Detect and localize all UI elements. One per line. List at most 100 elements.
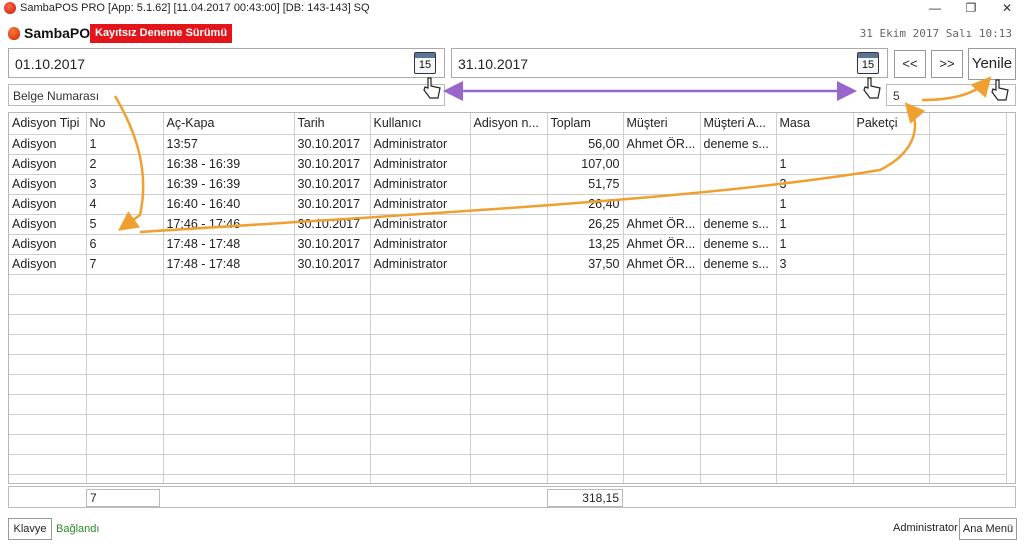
table-cell: Ahmet ÖR...: [623, 234, 701, 255]
table-cell: 16:40 - 16:40: [163, 194, 295, 215]
table-header-row: Adisyon Tipi No Aç-Kapa Tarih Kullanıcı Adisy…: [9, 113, 1007, 135]
end-date-field[interactable]: 31.10.2017 15: [451, 48, 888, 78]
table-cell: [470, 254, 548, 275]
table-cell: [929, 194, 1007, 215]
table-row[interactable]: Adisyon 5 17:46 - 17:46 30.10.2017 Administr…: [9, 214, 1007, 235]
table-cell: 30.10.2017: [294, 134, 371, 155]
table-cell: Adisyon: [9, 234, 87, 255]
hand-cursor-icon: [863, 77, 881, 99]
table-cell: Ahmet ÖR...: [623, 214, 701, 235]
table-cell: [700, 194, 777, 215]
table-cell: Adisyon: [9, 214, 87, 235]
table-cell: 13,25: [547, 234, 624, 255]
table-row[interactable]: Adisyon 2 16:38 - 16:39 30.10.2017 Administr…: [9, 154, 1007, 175]
current-user: Administrator: [893, 522, 958, 534]
previous-period-button[interactable]: <<: [894, 50, 926, 78]
document-number-field[interactable]: Belge Numarası: [8, 84, 445, 106]
table-cell: deneme s...: [700, 254, 777, 275]
table-cell: [623, 194, 701, 215]
trial-badge: Kayıtsız Deneme Sürümü: [90, 24, 233, 43]
end-date-value: 31.10.2017: [458, 56, 529, 72]
table-cell: 4: [86, 194, 164, 215]
table-cell: 30.10.2017: [294, 174, 371, 195]
start-date-field[interactable]: 01.10.2017 15: [8, 48, 445, 78]
keyboard-button[interactable]: Klavye: [8, 518, 52, 540]
table-cell: 107,00: [547, 154, 624, 175]
app-icon: [4, 2, 16, 14]
table-row[interactable]: Adisyon 6 17:48 - 17:48 30.10.2017 Administr…: [9, 234, 1007, 255]
table-cell: Adisyon: [9, 134, 87, 155]
table-cell: 30.10.2017: [294, 214, 371, 235]
table-cell: [470, 194, 548, 215]
title-bar: SambaPOS PRO [App: 5.1.62] [11.04.2017 0…: [0, 0, 1024, 18]
table-cell: [470, 134, 548, 155]
table-cell: 13:57: [163, 134, 295, 155]
table-row[interactable]: Adisyon 4 16:40 - 16:40 30.10.2017 Administr…: [9, 194, 1007, 215]
column-header[interactable]: Aç-Kapa: [163, 113, 295, 135]
table-cell: [700, 154, 777, 175]
close-button[interactable]: ✕: [992, 0, 1022, 18]
column-header[interactable]: Toplam: [547, 113, 624, 135]
table-cell: Adisyon: [9, 174, 87, 195]
table-cell: [853, 254, 930, 275]
column-header[interactable]: No: [86, 113, 164, 135]
table-cell: [853, 194, 930, 215]
tickets-grid: Adisyon Tipi No Aç-Kapa Tarih Kullanıcı Adisy…: [8, 112, 1016, 484]
table-cell: [929, 234, 1007, 255]
table-cell: 3: [776, 174, 854, 195]
status-bar: Klavye Bağlandı Administrator Ana Menü: [0, 514, 1024, 546]
table-cell: [853, 174, 930, 195]
table-cell: Adisyon: [9, 194, 87, 215]
table-cell: 17:46 - 17:46: [163, 214, 295, 235]
refresh-button[interactable]: Yenile: [968, 48, 1016, 80]
table-cell: 51,75: [547, 174, 624, 195]
table-cell: 16:39 - 16:39: [163, 174, 295, 195]
table-cell: 1: [776, 234, 854, 255]
table-cell: 1: [776, 214, 854, 235]
table-row[interactable]: Adisyon 1 13:57 30.10.2017 Administrator 56,0…: [9, 134, 1007, 155]
column-header[interactable]: Kullanıcı: [370, 113, 471, 135]
sambapos-logo-icon: [8, 27, 20, 40]
table-cell: [853, 214, 930, 235]
table-cell: Adisyon: [9, 154, 87, 175]
table-cell: [853, 154, 930, 175]
calendar-icon[interactable]: 15: [857, 52, 879, 74]
table-cell: [623, 154, 701, 175]
column-header[interactable]: [929, 113, 1007, 135]
table-cell: deneme s...: [700, 234, 777, 255]
table-row[interactable]: Adisyon 7 17:48 - 17:48 30.10.2017 Administr…: [9, 254, 1007, 275]
table-cell: [929, 214, 1007, 235]
table-cell: 17:48 - 17:48: [163, 254, 295, 275]
column-header[interactable]: Müşteri: [623, 113, 701, 135]
column-header[interactable]: Masa: [776, 113, 854, 135]
brand-name: SambaPOS: [24, 25, 100, 41]
table-cell: Ahmet ÖR...: [623, 134, 701, 155]
table-cell: 30.10.2017: [294, 254, 371, 275]
main-menu-button[interactable]: Ana Menü: [959, 518, 1017, 540]
column-header[interactable]: Paketçi: [853, 113, 930, 135]
totals-row: 7 318,15: [8, 486, 1016, 508]
table-cell: 30.10.2017: [294, 234, 371, 255]
column-header[interactable]: Tarih: [294, 113, 371, 135]
table-cell: 30.10.2017: [294, 154, 371, 175]
restore-button[interactable]: ❐: [956, 0, 986, 18]
table-row[interactable]: Adisyon 3 16:39 - 16:39 30.10.2017 Administr…: [9, 174, 1007, 195]
calendar-icon[interactable]: 15: [414, 52, 436, 74]
column-header[interactable]: Adisyon n...: [470, 113, 548, 135]
table-cell: [470, 174, 548, 195]
next-period-button[interactable]: >>: [931, 50, 963, 78]
table-cell: 5: [86, 214, 164, 235]
table-cell: 30.10.2017: [294, 194, 371, 215]
column-header[interactable]: Müşteri A...: [700, 113, 777, 135]
table-cell: 17:48 - 17:48: [163, 234, 295, 255]
number-field[interactable]: 5: [886, 84, 1016, 106]
table-cell: 37,50: [547, 254, 624, 275]
column-header[interactable]: Adisyon Tipi: [9, 113, 87, 135]
total-amount: 318,15: [547, 489, 623, 507]
table-cell: Administrator: [370, 194, 471, 215]
minimize-button[interactable]: —: [920, 0, 950, 18]
table-cell: [929, 174, 1007, 195]
table-cell: 7: [86, 254, 164, 275]
table-cell: 1: [776, 194, 854, 215]
table-cell: [853, 134, 930, 155]
